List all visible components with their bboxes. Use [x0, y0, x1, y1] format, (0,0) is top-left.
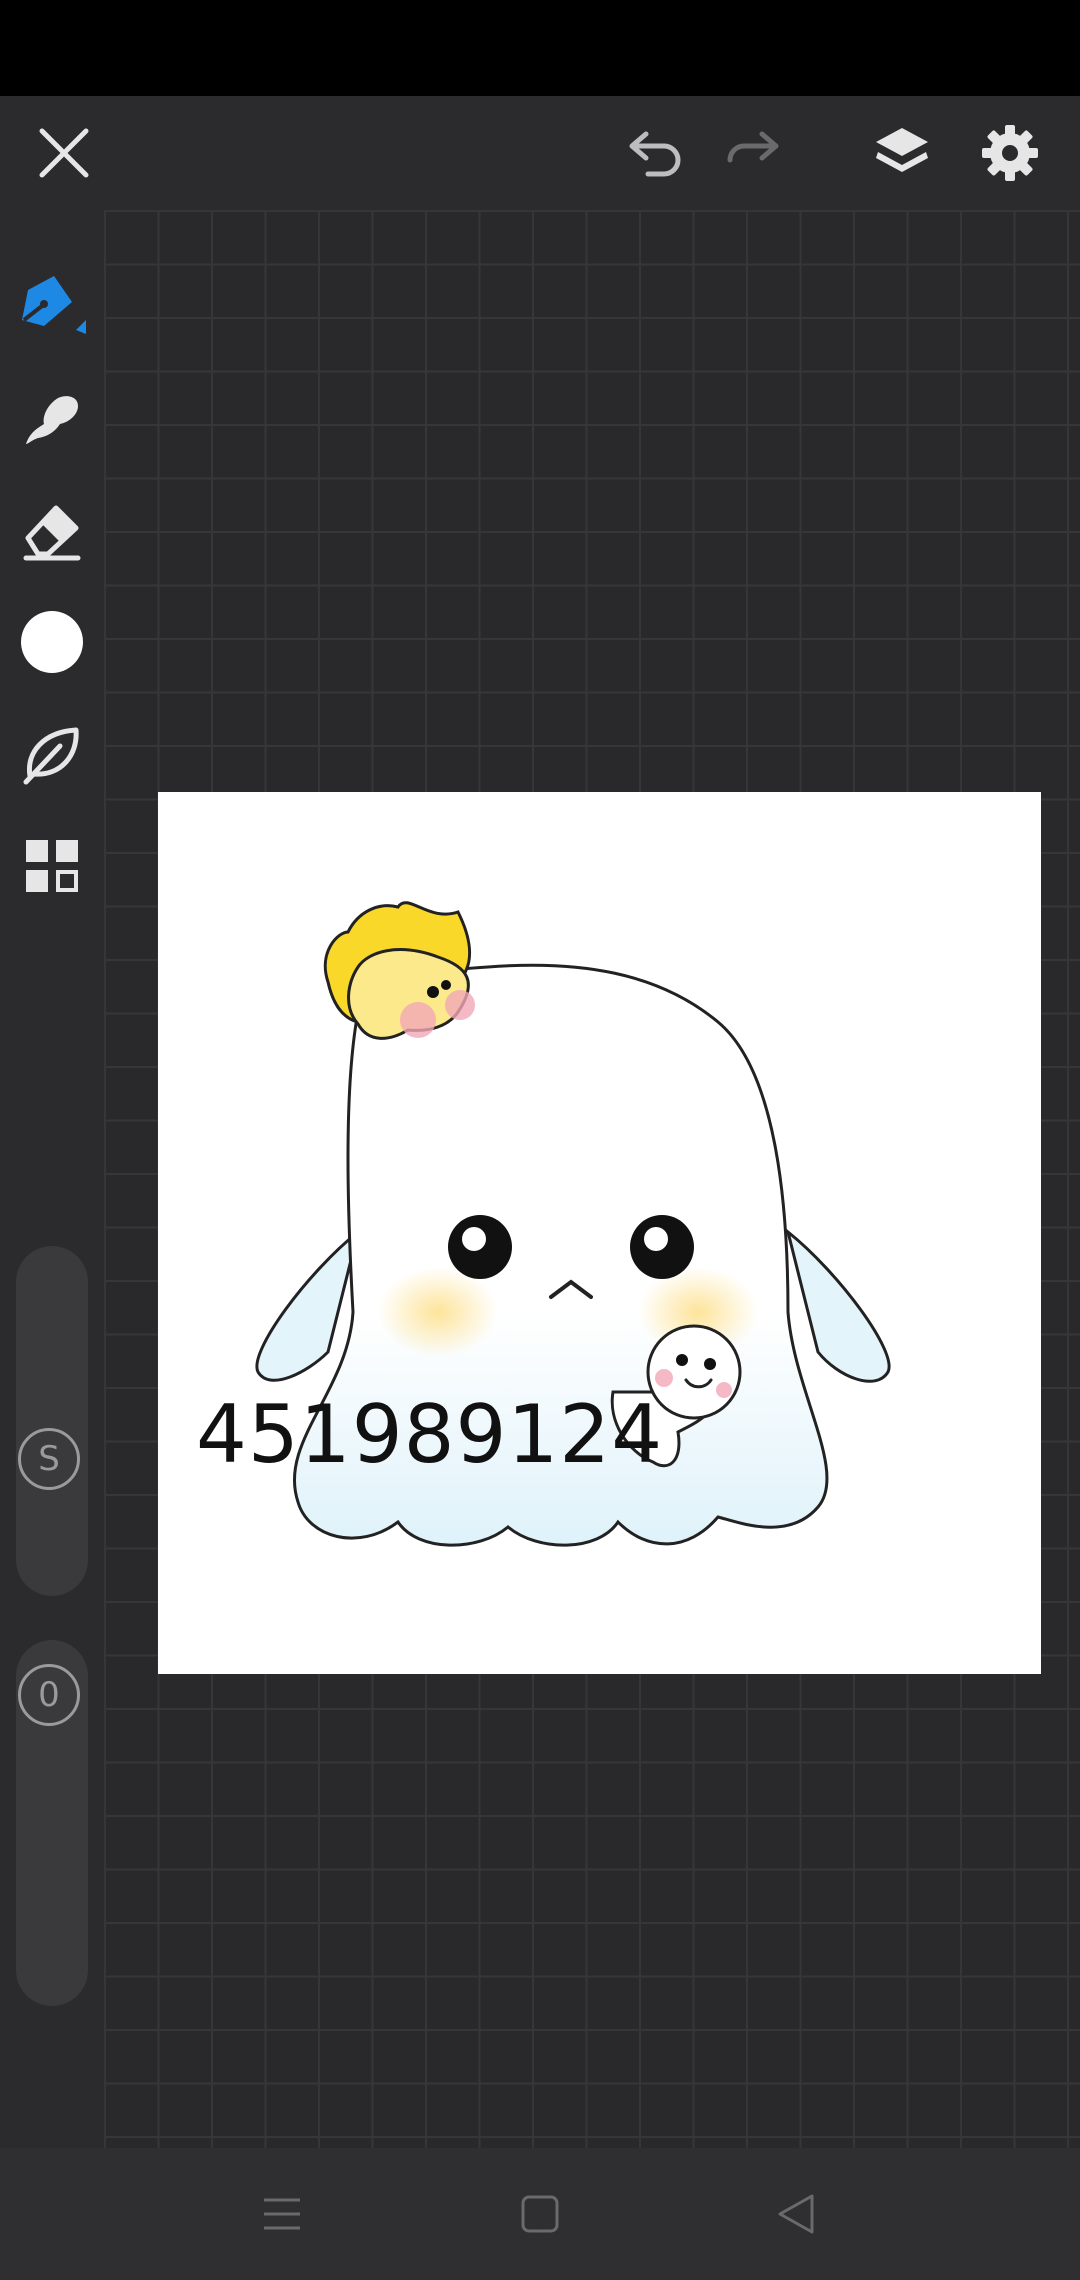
home-button[interactable] [480, 2148, 600, 2280]
redo-button[interactable] [710, 96, 794, 210]
more-tools-button[interactable] [0, 812, 104, 920]
grid-menu-icon [26, 840, 78, 892]
brush-library-button[interactable] [0, 700, 104, 808]
status-bar [0, 0, 1080, 96]
brush-size-slider[interactable]: S [16, 1246, 88, 1596]
home-icon [521, 2195, 559, 2233]
eraser-icon [23, 505, 81, 561]
layers-button[interactable] [860, 96, 944, 210]
back-icon [778, 2194, 814, 2234]
color-picker-button[interactable] [0, 588, 104, 696]
size-label: S [38, 1439, 60, 1479]
settings-icon [982, 125, 1038, 181]
smudge-icon [26, 396, 78, 444]
layers-icon [876, 128, 928, 172]
artboard[interactable] [158, 792, 1041, 1674]
smudge-tool-button[interactable] [0, 366, 104, 474]
close-icon [39, 128, 89, 178]
back-button[interactable] [736, 2148, 856, 2280]
undo-button[interactable] [614, 96, 698, 210]
eraser-tool-button[interactable] [0, 476, 104, 584]
undo-icon [629, 131, 681, 177]
opacity-slider-knob[interactable]: 0 [18, 1664, 80, 1726]
settings-button[interactable] [968, 96, 1052, 210]
drawn-text: 451989124 [196, 1388, 664, 1481]
leaf-brush-icon [23, 727, 79, 785]
color-swatch [21, 611, 83, 673]
opacity-label: 0 [38, 1675, 60, 1715]
menu-icon [264, 2198, 300, 2230]
top-toolbar [0, 96, 1080, 276]
ghost-illustration [255, 901, 891, 1547]
redo-icon [727, 131, 779, 163]
system-nav-bar [0, 2148, 1080, 2280]
size-slider-knob[interactable]: S [18, 1428, 80, 1490]
pen-tool-button[interactable] [0, 254, 104, 362]
pen-icon [22, 276, 86, 334]
brush-opacity-slider[interactable]: 0 [16, 1640, 88, 2006]
close-button[interactable] [20, 96, 108, 210]
recents-button[interactable] [222, 2148, 342, 2280]
